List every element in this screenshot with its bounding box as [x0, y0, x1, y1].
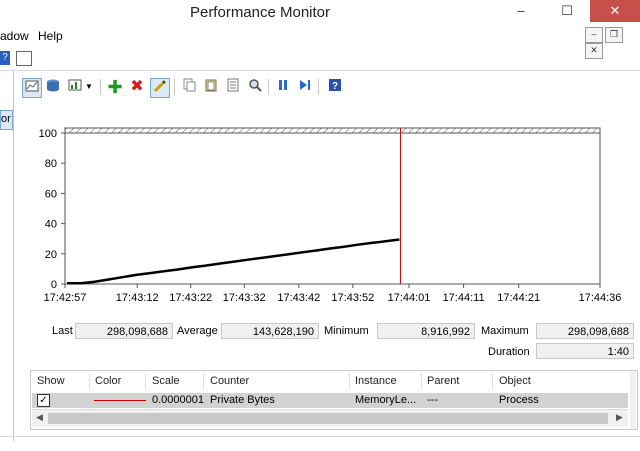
counter-list: Show Color Scale Counter Instance Parent…	[30, 370, 638, 430]
column-object[interactable]: Object	[499, 375, 531, 387]
help-icon[interactable]: ?	[326, 78, 344, 96]
duration-value: 1:40	[536, 343, 634, 359]
paste-counter-list-icon[interactable]	[202, 78, 220, 96]
counter-color-swatch	[94, 400, 146, 401]
close-button[interactable]: ✕	[590, 0, 640, 22]
x-tick-label: 17:43:22	[169, 292, 212, 304]
main-toolbar: ?	[0, 48, 640, 71]
horizontal-scrollbar[interactable]: ◀ ▶	[32, 409, 628, 427]
y-tick-label: 0	[51, 279, 57, 291]
x-tick-label: 17:44:21	[497, 292, 540, 304]
window-title: Performance Monitor	[189, 4, 331, 21]
properties-icon[interactable]	[224, 78, 242, 96]
column-parent[interactable]: Parent	[427, 375, 459, 387]
duration-label: Duration	[488, 346, 530, 358]
view-log-data-icon[interactable]	[44, 78, 62, 96]
vertical-scrollbar[interactable]	[630, 371, 636, 429]
scroll-left-icon[interactable]: ◀	[36, 412, 43, 423]
y-tick-label: 100	[39, 128, 57, 140]
minimize-button[interactable]: –	[498, 0, 544, 22]
average-label: Average	[177, 325, 218, 337]
help-icon[interactable]: ?	[0, 51, 10, 65]
chevron-down-icon[interactable]: ▼	[84, 78, 94, 96]
view-current-activity-icon[interactable]	[22, 78, 42, 98]
status-bar-divider	[0, 436, 640, 437]
x-tick-label: 17:43:52	[331, 292, 374, 304]
x-tick-label: 17:43:32	[223, 292, 266, 304]
chart-svg: 0 20 40 60 80 100 17:42:57 17:43:12 17:43:22 17:4…	[39, 127, 622, 304]
x-tick-label: 17:44:36	[579, 292, 622, 304]
cell-counter: Private Bytes	[210, 394, 275, 406]
mdi-restore-button[interactable]: ❐	[605, 27, 623, 43]
y-tick-label: 20	[45, 249, 57, 261]
column-instance[interactable]: Instance	[355, 375, 397, 387]
last-value: 298,098,688	[75, 323, 173, 339]
show-hide-tree-icon[interactable]	[16, 51, 32, 66]
scrollbar-thumb[interactable]	[48, 413, 608, 424]
x-tick-label: 17:44:01	[388, 292, 431, 304]
x-tick-label: 17:43:42	[277, 292, 320, 304]
column-show[interactable]: Show	[37, 375, 65, 387]
cell-parent: ---	[427, 394, 438, 406]
column-scale[interactable]: Scale	[152, 375, 180, 387]
x-tick-label: 17:44:11	[443, 292, 485, 304]
maximize-button[interactable]: ☐	[544, 0, 590, 22]
highlight-icon[interactable]	[150, 78, 170, 98]
update-data-icon[interactable]	[296, 78, 314, 96]
column-color[interactable]: Color	[95, 375, 121, 387]
copy-properties-icon[interactable]	[180, 78, 198, 96]
menu-window[interactable]: adow	[0, 29, 29, 43]
plot-area	[64, 127, 601, 285]
y-tick-label: 80	[45, 158, 57, 170]
scroll-right-icon[interactable]: ▶	[616, 412, 623, 423]
minimum-label: Minimum	[324, 325, 369, 337]
title-bar: Performance Monitor – ☐ ✕	[0, 0, 640, 24]
average-value: 143,628,190	[221, 323, 319, 339]
mdi-minimize-button[interactable]: –	[585, 27, 603, 43]
performance-chart: 0 20 40 60 80 100 17:42:57 17:43:12 17:43:22 17:4…	[20, 118, 635, 313]
add-counter-icon[interactable]: ✚	[106, 78, 124, 96]
change-graph-type-icon[interactable]	[66, 78, 84, 96]
cell-object: Process	[499, 394, 539, 406]
x-tick-label: 17:43:12	[116, 292, 159, 304]
delete-counter-icon[interactable]: ✖	[128, 78, 146, 96]
cell-scale: 0.0000001	[152, 394, 204, 406]
minimum-value: 8,916,992	[377, 323, 475, 339]
maximum-value: 298,098,688	[536, 323, 634, 339]
tree-selected-item[interactable]: or	[0, 110, 13, 130]
svg-text:?: ?	[332, 81, 338, 92]
x-tick-label: 17:42:57	[44, 292, 87, 304]
graph-toolbar: ▼ ✚ ✖ ?	[20, 76, 350, 100]
menu-help[interactable]: Help	[38, 29, 63, 43]
column-counter[interactable]: Counter	[210, 375, 249, 387]
last-label: Last	[52, 325, 73, 337]
y-tick-label: 60	[45, 188, 57, 200]
zoom-icon[interactable]	[246, 78, 264, 96]
maximum-label: Maximum	[481, 325, 529, 337]
hatch-band	[64, 127, 601, 134]
freeze-display-icon[interactable]	[274, 78, 292, 96]
cell-instance: MemoryLe...	[355, 394, 417, 406]
show-checkbox[interactable]: ✓	[37, 394, 50, 407]
y-tick-label: 40	[45, 219, 57, 231]
table-row[interactable]: ✓ 0.0000001 Private Bytes MemoryLe... --…	[32, 393, 628, 408]
menu-bar: adow Help	[0, 26, 640, 46]
